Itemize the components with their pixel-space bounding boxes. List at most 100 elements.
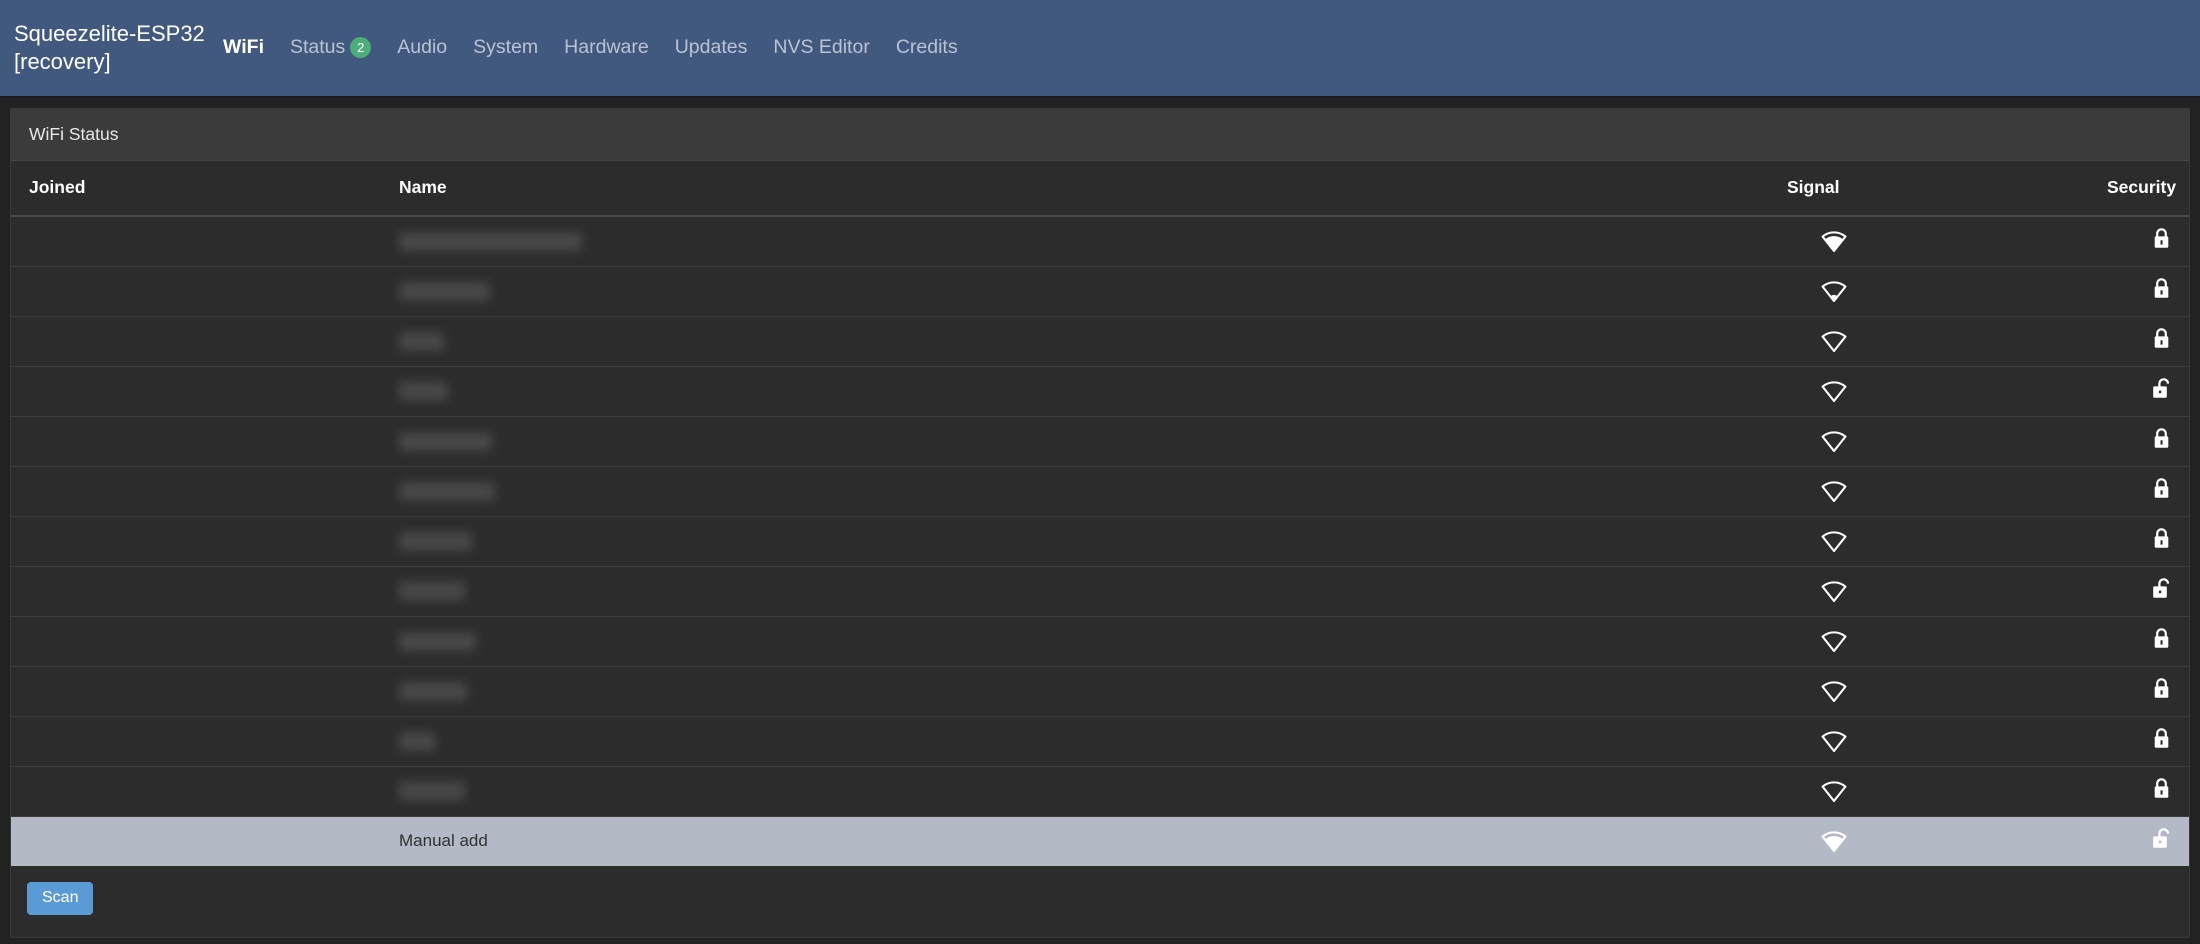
- cell-joined: [11, 365, 381, 416]
- brand-title[interactable]: Squeezelite-ESP32 [recovery]: [14, 20, 205, 76]
- nav-link-credits[interactable]: Credits: [883, 36, 971, 59]
- cell-joined: [11, 615, 381, 666]
- lock-closed-icon: [2152, 427, 2171, 450]
- lock-closed-icon: [2152, 627, 2171, 650]
- cell-signal: [1769, 265, 2089, 316]
- cell-security: [2089, 765, 2189, 816]
- table-row[interactable]: [11, 515, 2189, 566]
- network-name-redacted: [399, 332, 444, 351]
- lock-closed-icon: [2152, 527, 2171, 550]
- cell-signal: [1769, 565, 2089, 616]
- nav-link-wifi[interactable]: WiFi: [210, 36, 277, 59]
- wifi-icon: [1821, 380, 1847, 402]
- nav-badge-count: 2: [350, 36, 372, 58]
- wifi-icon: [1821, 480, 1847, 502]
- lock-closed-icon: [2152, 327, 2171, 350]
- cell-security: [2089, 815, 2189, 866]
- cell-security: [2089, 465, 2189, 516]
- cell-signal: [1769, 765, 2089, 816]
- cell-network-name: Manual add: [381, 815, 1769, 866]
- wifi-icon: [1821, 330, 1847, 352]
- cell-security: [2089, 515, 2189, 566]
- table-row[interactable]: [11, 465, 2189, 516]
- network-name-redacted: [399, 532, 472, 551]
- cell-joined: [11, 715, 381, 766]
- nav-link-label: Credits: [895, 35, 958, 58]
- table-row[interactable]: [11, 765, 2189, 816]
- lock-open-icon: [2152, 577, 2171, 600]
- cell-network-name: [381, 415, 1769, 466]
- cell-network-name: [381, 515, 1769, 566]
- panel-footer: Scan: [11, 866, 2189, 937]
- table-body: Manual add: [11, 215, 2189, 866]
- cell-signal: [1769, 315, 2089, 366]
- cell-network-name: [381, 665, 1769, 716]
- column-header-signal: Signal: [1769, 161, 2089, 217]
- network-name-redacted: [399, 382, 448, 401]
- network-name-redacted: [399, 682, 467, 701]
- cell-joined: [11, 565, 381, 616]
- lock-closed-icon: [2152, 227, 2171, 250]
- cell-network-name: [381, 565, 1769, 616]
- column-header-security: Security: [2089, 161, 2189, 217]
- cell-security: [2089, 615, 2189, 666]
- cell-signal: [1769, 615, 2089, 666]
- brand-line-2: [recovery]: [14, 49, 111, 74]
- cell-joined: [11, 515, 381, 566]
- nav-link-updates[interactable]: Updates: [662, 36, 761, 59]
- table-row[interactable]: [11, 715, 2189, 766]
- cell-signal: [1769, 365, 2089, 416]
- cell-joined: [11, 415, 381, 466]
- cell-joined: [11, 665, 381, 716]
- network-name-redacted: [399, 482, 495, 501]
- wifi-status-panel: WiFi Status Joined Name Signal Security …: [10, 108, 2190, 938]
- table-row[interactable]: [11, 665, 2189, 716]
- wifi-icon: [1821, 530, 1847, 552]
- scan-button[interactable]: Scan: [27, 882, 94, 915]
- wifi-icon: [1821, 780, 1847, 802]
- nav-link-label: Audio: [397, 35, 448, 58]
- cell-joined: [11, 215, 381, 266]
- cell-network-name: [381, 215, 1769, 266]
- lock-closed-icon: [2152, 477, 2171, 500]
- cell-security: [2089, 265, 2189, 316]
- cell-signal: [1769, 415, 2089, 466]
- nav-link-label: WiFi: [223, 35, 264, 58]
- wifi-icon: [1821, 230, 1847, 253]
- nav-link-nvs-editor[interactable]: NVS Editor: [760, 36, 882, 59]
- nav-link-audio[interactable]: Audio: [384, 36, 460, 59]
- cell-signal: [1769, 215, 2089, 266]
- wifi-icon: [1821, 680, 1847, 702]
- cell-signal: [1769, 665, 2089, 716]
- network-name-redacted: [399, 282, 490, 301]
- column-header-name: Name: [381, 161, 1769, 217]
- manual-add-row[interactable]: Manual add: [11, 815, 2189, 866]
- table-row[interactable]: [11, 565, 2189, 616]
- table-row[interactable]: [11, 265, 2189, 316]
- cell-security: [2089, 315, 2189, 366]
- cell-joined: [11, 315, 381, 366]
- network-name-redacted: [399, 232, 582, 252]
- table-row[interactable]: [11, 365, 2189, 416]
- navbar: Squeezelite-ESP32 [recovery] WiFi Status 2…: [0, 0, 2200, 98]
- table-row[interactable]: [11, 415, 2189, 466]
- table-row[interactable]: [11, 315, 2189, 366]
- cell-network-name: [381, 265, 1769, 316]
- cell-network-name: [381, 615, 1769, 666]
- cell-joined: [11, 265, 381, 316]
- table-head: Joined Name Signal Security: [11, 161, 2189, 217]
- lock-open-icon: [2152, 827, 2171, 850]
- table-row[interactable]: [11, 615, 2189, 666]
- nav-link-status[interactable]: Status 2: [277, 36, 384, 59]
- nav-link-system[interactable]: System: [460, 36, 551, 59]
- cell-network-name: [381, 365, 1769, 416]
- lock-closed-icon: [2152, 777, 2171, 800]
- lock-closed-icon: [2152, 277, 2171, 300]
- panel-body: Joined Name Signal Security Manual add: [11, 161, 2189, 866]
- wifi-icon: [1821, 430, 1847, 452]
- nav-link-hardware[interactable]: Hardware: [551, 36, 662, 59]
- wifi-icon: [1821, 830, 1847, 853]
- table-row[interactable]: [11, 215, 2189, 266]
- cell-signal: [1769, 815, 2089, 866]
- nav-links: WiFi Status 2 Audio System Hardware Updates NVS…: [210, 36, 971, 61]
